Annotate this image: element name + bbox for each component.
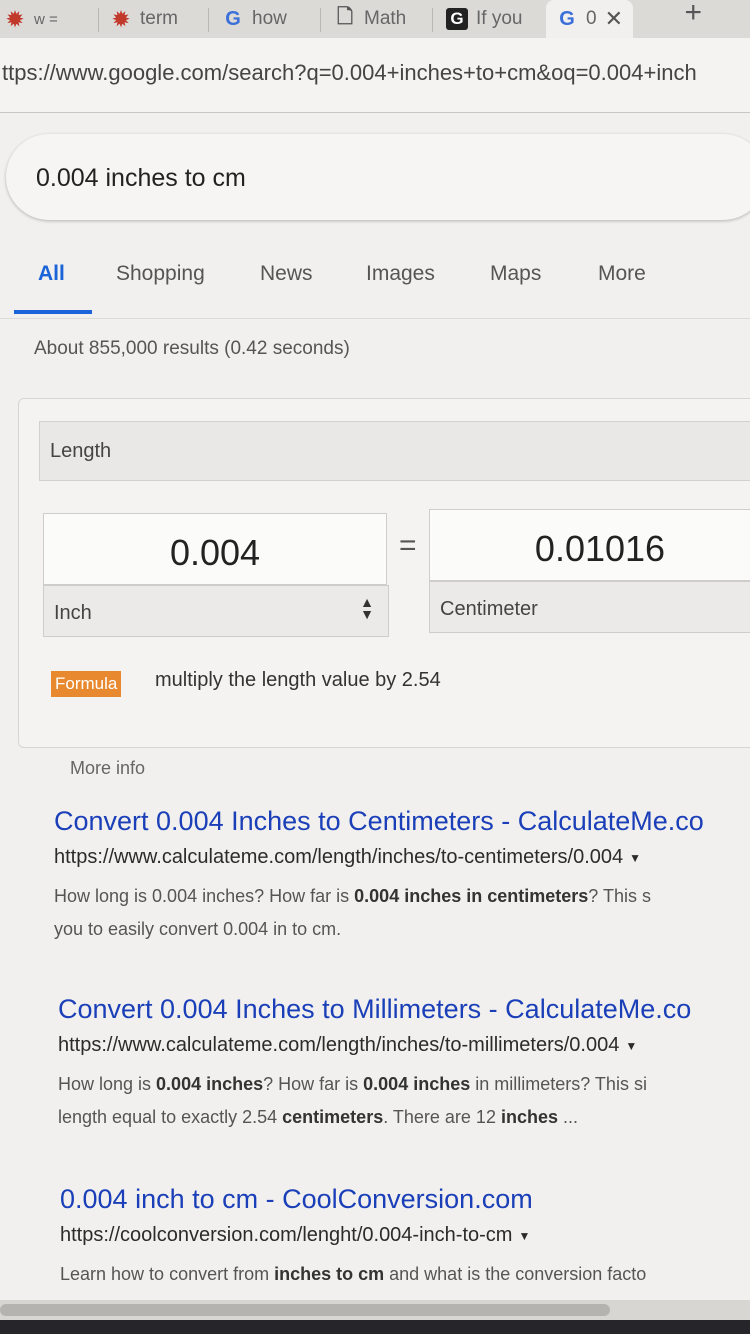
horizontal-scrollbar[interactable] xyxy=(0,1300,750,1320)
result-stats: About 855,000 results (0.42 seconds) xyxy=(34,338,350,359)
tab-label: w = xyxy=(34,10,58,28)
unit-category-select[interactable]: Length xyxy=(39,421,750,481)
formula-text: multiply the length value by 2.54 xyxy=(155,669,441,691)
result-title-link[interactable]: 0.004 inch to cm - CoolConversion.com xyxy=(60,1184,533,1215)
unit-converter-card: Length 0.004 Inch ▲ ▼ = 0.01016 Centimete… xyxy=(18,398,750,748)
tab-label: If you xyxy=(476,8,523,29)
chevron-down-icon[interactable]: ▼ xyxy=(518,1229,530,1243)
snippet-text: and what is the conversion facto xyxy=(384,1264,647,1284)
result-url-text[interactable]: https://www.calculateme.com/length/inche… xyxy=(54,846,623,868)
address-url[interactable]: ttps://www.google.com/search?q=0.004+inc… xyxy=(2,60,697,86)
tab-label: how xyxy=(252,8,287,29)
search-input[interactable]: 0.004 inches to cm xyxy=(6,134,750,220)
active-tab-indicator xyxy=(14,310,92,314)
snippet-bold: 0.004 inches xyxy=(363,1074,471,1094)
new-tab-button[interactable]: + xyxy=(684,0,702,30)
to-unit-select[interactable]: Centimeter xyxy=(429,581,750,633)
select-arrows-icon: ▲ ▼ xyxy=(360,594,374,622)
browser-tab[interactable]: ✹ term xyxy=(110,0,178,38)
document-icon: 🗋 xyxy=(336,6,354,28)
screen-bezel xyxy=(0,1320,750,1334)
to-value-input[interactable]: 0.01016 xyxy=(429,509,750,581)
grammarly-icon: G xyxy=(446,8,468,30)
tab-label: Math xyxy=(364,8,407,29)
snippet-bold: 0.004 inches in centimeters xyxy=(354,886,589,906)
tab-separator xyxy=(208,8,209,32)
divider xyxy=(0,318,750,319)
tab-news[interactable]: News xyxy=(260,262,313,286)
snippet-bold: centimeters xyxy=(282,1107,384,1127)
equals-sign: = xyxy=(399,529,417,562)
browser-tab[interactable]: G how xyxy=(222,0,287,38)
tab-separator xyxy=(432,8,433,32)
google-g-icon: G xyxy=(559,7,575,30)
result-snippet: How long is 0.004 inches? How far is 0.0… xyxy=(58,1068,647,1134)
result-title-link[interactable]: Convert 0.004 Inches to Centimeters - Ca… xyxy=(54,806,704,837)
result-url[interactable]: https://www.calculateme.com/length/inche… xyxy=(54,846,641,869)
snippet-text: How long is 0.004 inches? How far is xyxy=(54,886,355,906)
tab-images[interactable]: Images xyxy=(366,262,435,286)
scrollbar-thumb[interactable] xyxy=(0,1304,610,1316)
browser-tab[interactable]: G If you xyxy=(446,0,522,38)
result-url[interactable]: https://coolconversion.com/lenght/0.004-… xyxy=(60,1224,530,1247)
tab-label: 0 xyxy=(586,8,597,29)
to-unit-label: Centimeter xyxy=(440,598,538,620)
chevron-down-icon[interactable]: ▼ xyxy=(629,851,641,865)
tab-separator xyxy=(98,8,99,32)
tab-separator xyxy=(320,8,321,32)
snippet-text: How long is xyxy=(58,1074,157,1094)
tab-shopping[interactable]: Shopping xyxy=(116,262,205,286)
snippet-text: Learn how to convert from xyxy=(60,1264,275,1284)
snippet-bold: inches to cm xyxy=(274,1264,385,1284)
search-nav-tabs: All Shopping News Images Maps More xyxy=(0,248,750,318)
unit-category-label: Length xyxy=(50,440,112,462)
tab-all[interactable]: All xyxy=(38,262,65,286)
snippet-text: you to easily convert 0.004 in to cm. xyxy=(54,919,342,939)
snippet-text: ? How far is xyxy=(263,1074,364,1094)
result-snippet: How long is 0.004 inches? How far is 0.0… xyxy=(54,880,651,946)
result-url[interactable]: https://www.calculateme.com/length/inche… xyxy=(58,1034,637,1057)
address-bar[interactable]: ttps://www.google.com/search?q=0.004+inc… xyxy=(0,38,750,113)
snippet-text: in millimeters? This si xyxy=(470,1074,647,1094)
result-snippet: Learn how to convert from inches to cm a… xyxy=(60,1258,646,1291)
from-value-input[interactable]: 0.004 xyxy=(43,513,387,585)
browser-tab-strip: ✹ w = ✹ term G how 🗋 Math G If you G 0 ✕… xyxy=(0,0,750,38)
from-unit-label: Inch xyxy=(54,602,92,624)
more-info-link[interactable]: More info xyxy=(70,758,145,779)
snippet-text: ? This s xyxy=(588,886,651,906)
tab-maps[interactable]: Maps xyxy=(490,262,541,286)
from-value: 0.004 xyxy=(169,532,261,573)
tab-more[interactable]: More xyxy=(598,262,646,286)
snippet-text: ... xyxy=(558,1107,579,1127)
browser-tab[interactable]: ✹ w = xyxy=(4,0,58,38)
gear-icon: ✹ xyxy=(112,8,130,31)
formula-badge: Formula xyxy=(51,671,122,697)
chevron-down-icon[interactable]: ▼ xyxy=(625,1039,637,1053)
snippet-text: . There are 12 xyxy=(383,1107,501,1127)
search-query[interactable]: 0.004 inches to cm xyxy=(36,164,246,193)
google-g-icon: G xyxy=(225,7,241,30)
result-title-link[interactable]: Convert 0.004 Inches to Millimeters - Ca… xyxy=(58,994,691,1025)
close-icon[interactable]: ✕ xyxy=(605,6,623,32)
result-url-text[interactable]: https://www.calculateme.com/length/inche… xyxy=(58,1034,619,1056)
gear-icon: ✹ xyxy=(6,8,24,31)
snippet-bold: inches xyxy=(500,1107,558,1127)
result-url-text[interactable]: https://coolconversion.com/lenght/0.004-… xyxy=(60,1224,512,1246)
snippet-text: length equal to exactly 2.54 xyxy=(58,1107,283,1127)
from-unit-select[interactable]: Inch ▲ ▼ xyxy=(43,585,389,637)
to-value: 0.01016 xyxy=(534,528,666,569)
snippet-bold: 0.004 inches xyxy=(156,1074,264,1094)
browser-tab-active[interactable]: G 0 ✕ xyxy=(546,0,634,38)
browser-tab[interactable]: 🗋 Math xyxy=(334,0,406,38)
tab-label: term xyxy=(140,8,178,29)
